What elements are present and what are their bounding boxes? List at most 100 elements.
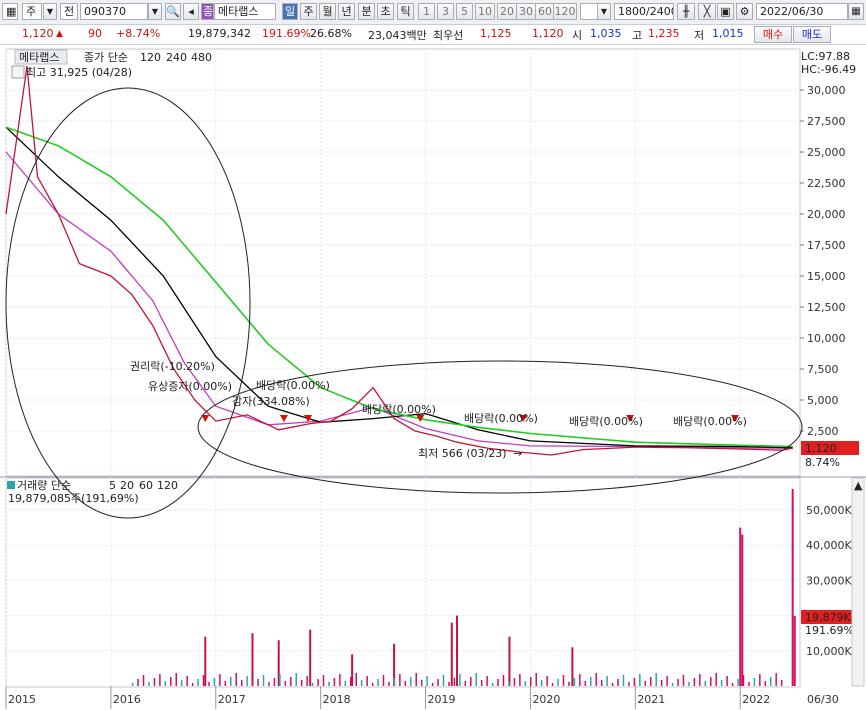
volume-bar [219, 674, 221, 686]
volume-bar [420, 680, 423, 686]
volume-bar [726, 676, 728, 686]
interval-3[interactable]: 3 [437, 3, 454, 20]
interval-10[interactable]: 10 [475, 3, 495, 20]
volume-bar [448, 682, 450, 686]
volume-bar [309, 629, 312, 686]
current-price: 1,120 [22, 27, 54, 40]
speaker-icon[interactable]: ◂ [183, 3, 199, 20]
interval-20[interactable]: 20 [497, 3, 517, 20]
type-select[interactable]: 주 [22, 3, 42, 20]
save-icon[interactable]: ▣ [717, 3, 734, 20]
sell-button[interactable]: 매도 [793, 26, 831, 43]
volume-bar [437, 679, 439, 686]
volume-bar [246, 676, 248, 686]
volume-bar [317, 679, 319, 686]
volume-bar [579, 674, 581, 686]
dividend-annotation-5: 배당락(0.00%) [673, 415, 747, 428]
volume-bar [693, 678, 696, 686]
interval-60[interactable]: 60 [535, 3, 555, 20]
price-tick-label: 30,000 [807, 84, 846, 97]
volume-bar [453, 678, 456, 686]
vertical-scrollbar[interactable] [851, 477, 865, 687]
interval-dropdown-icon[interactable]: ▼ [597, 3, 611, 20]
menu-grid-icon[interactable]: ▦ [2, 3, 18, 20]
date-end-label: 06/30 [807, 693, 839, 706]
price-tick-label: 10,000 [807, 332, 846, 345]
buy-button[interactable]: 매수 [754, 26, 792, 43]
low-price: 1,015 [712, 27, 744, 40]
volume-bar [262, 675, 265, 686]
interval-5[interactable]: 5 [456, 3, 473, 20]
code-input[interactable]: 090370 [80, 3, 148, 20]
volume-bar [540, 680, 543, 686]
interval-1[interactable]: 1 [418, 3, 435, 20]
code-dropdown-icon[interactable]: ▼ [148, 3, 162, 20]
volume-bar [148, 682, 150, 686]
low-arrow-icon: → [513, 447, 522, 460]
volume-bar [456, 615, 459, 686]
stock-chart[interactable]: 30,000 27,500 25,000 22,500 20,000 17,500 15,0… [0, 45, 866, 710]
volume-bar [666, 676, 668, 686]
chevron-down-icon[interactable]: ▼ [43, 3, 57, 20]
price-tick-label: 5,000 [807, 394, 839, 407]
open-label: 시 [572, 29, 583, 42]
count-input[interactable]: 1800/2400 [614, 3, 674, 20]
volume-bar [780, 680, 783, 686]
volume-bar [491, 683, 494, 686]
volume-bar [339, 674, 341, 686]
volume-bar [530, 677, 532, 686]
volume-bar [644, 681, 647, 686]
interval-30[interactable]: 30 [516, 3, 536, 20]
price-tick-label: 12,500 [807, 301, 846, 314]
low-annotation: 최저 566 (03/23) [418, 447, 507, 460]
calendar-icon[interactable]: ▦ [848, 3, 864, 20]
volume-bar [382, 675, 385, 686]
gear-icon[interactable]: ⚙ [736, 3, 753, 20]
volume-bar [328, 682, 330, 686]
period-minute[interactable]: 분 [358, 3, 375, 20]
high-label: 고 [632, 29, 643, 42]
volume-bar [230, 677, 232, 686]
compare-icon[interactable]: ╳ [698, 3, 716, 20]
quote-info-row: 1,120 ▲ 90 +8.74% 19,879,342 191.69% 26.… [0, 25, 866, 45]
code-label[interactable]: 전 [60, 3, 78, 20]
period-tick[interactable]: 틱 [397, 3, 414, 20]
vol-tag-value: 19,879K [805, 611, 851, 624]
volume-bar [279, 674, 281, 686]
volume-bar [442, 675, 445, 686]
price-change-pct: +8.74% [116, 27, 161, 40]
volume-bar [350, 677, 352, 686]
volume-tick-label: 50,000K [806, 504, 852, 517]
volume-bar [639, 674, 641, 686]
volume-bar [175, 673, 177, 686]
volume-bar [377, 679, 379, 686]
period-day[interactable]: 일 [282, 3, 298, 20]
volume-bar [404, 681, 407, 686]
volume-bar [355, 673, 357, 686]
volume-bar [562, 675, 565, 686]
volume-bar [551, 683, 554, 686]
volume-bar [415, 673, 417, 686]
date-input[interactable]: 2022/06/30 [756, 3, 848, 20]
table-icon[interactable] [11, 65, 25, 79]
interval-120[interactable]: 120 [553, 3, 577, 20]
volume-pct: 191.69% [262, 27, 311, 40]
candle-icon[interactable]: ╫ [677, 3, 695, 20]
period-second[interactable]: 초 [377, 3, 394, 20]
volume-bar [224, 681, 227, 686]
period-week[interactable]: 주 [300, 3, 317, 20]
scroll-up-icon[interactable]: ▲ [854, 479, 863, 492]
volume-bar [699, 674, 701, 686]
date-tick-label: 2017 [218, 693, 246, 706]
vol-legend-120: 120 [157, 479, 178, 492]
period-month[interactable]: 월 [319, 3, 336, 20]
count-max: /2400 [646, 5, 673, 18]
volume-bar [508, 636, 511, 686]
volume-bar [655, 673, 657, 686]
volume-bar [480, 680, 483, 686]
volume-bar [753, 678, 756, 686]
period-year[interactable]: 년 [338, 3, 355, 20]
search-icon[interactable]: 🔍 [165, 3, 181, 20]
bid-price: 1,120 [532, 27, 564, 40]
low-label: 저 [694, 29, 705, 42]
